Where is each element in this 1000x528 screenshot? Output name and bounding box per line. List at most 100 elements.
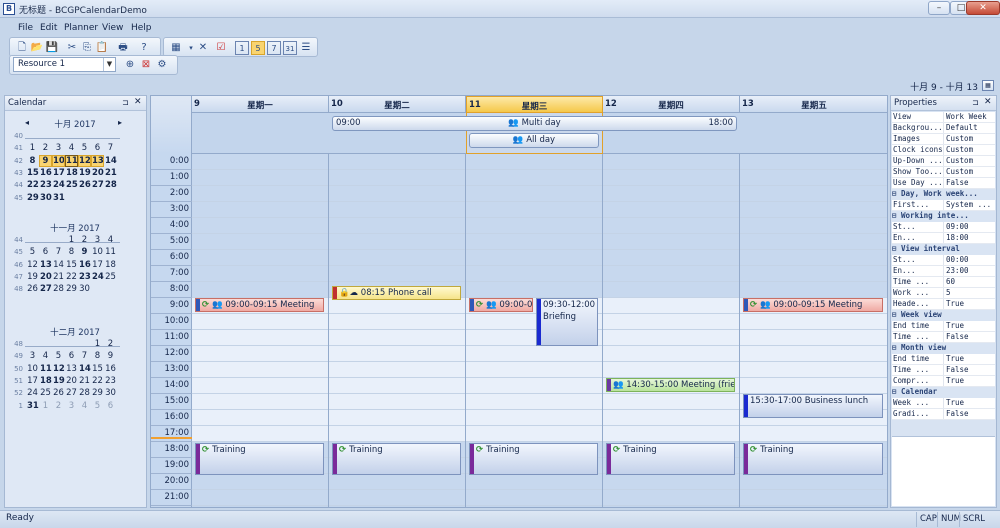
time-slot[interactable] <box>740 346 887 362</box>
time-slot[interactable] <box>192 202 328 218</box>
calendar-day[interactable]: 20 <box>66 376 77 386</box>
time-slot[interactable] <box>466 186 602 202</box>
calendar-day[interactable]: 31 <box>53 193 65 203</box>
calendar-day[interactable]: 6 <box>40 247 51 257</box>
calendar-day[interactable]: 21 <box>79 376 90 386</box>
time-slot[interactable] <box>466 282 602 298</box>
property-value[interactable]: False <box>943 178 994 188</box>
calendar-day[interactable]: 5 <box>27 247 38 257</box>
close-panel-icon[interactable]: ✕ <box>134 97 142 107</box>
save-icon[interactable]: 💾 <box>45 41 59 55</box>
property-row[interactable]: Up-Down ... Custom <box>892 156 995 167</box>
time-slot[interactable] <box>603 282 739 298</box>
resource-properties-icon[interactable]: ⚙ <box>155 58 169 72</box>
calendar-day[interactable]: 24 <box>27 388 38 398</box>
property-category[interactable]: ⊟ View interval <box>892 244 995 255</box>
time-slot[interactable] <box>603 362 739 378</box>
calendar-day[interactable]: 1 <box>66 235 77 245</box>
delete-icon[interactable]: ✕ <box>196 41 210 55</box>
time-slot[interactable] <box>740 218 887 234</box>
time-slot[interactable] <box>603 410 739 426</box>
property-row[interactable]: Images Custom <box>892 134 995 145</box>
time-slot[interactable] <box>329 202 465 218</box>
appointment[interactable]: 🔒☁ 08:15 Phone call <box>332 286 461 300</box>
close-button[interactable]: ✕ <box>966 1 1000 15</box>
calendar-day[interactable]: 10 <box>92 247 103 257</box>
property-row[interactable]: First... System ... <box>892 200 995 211</box>
help-icon[interactable]: ? <box>137 41 151 55</box>
calendar-day[interactable]: 8 <box>66 247 77 257</box>
time-slot[interactable] <box>192 266 328 282</box>
time-slot[interactable] <box>740 330 887 346</box>
time-slot[interactable] <box>329 346 465 362</box>
print-icon[interactable]: 🖶 <box>116 41 130 55</box>
calendar-day[interactable]: 11 <box>105 247 116 257</box>
calendar-day[interactable]: 7 <box>53 247 64 257</box>
calendar-day[interactable]: 13 <box>91 154 104 167</box>
time-slot[interactable] <box>740 170 887 186</box>
calendar-day[interactable]: 9 <box>39 154 52 167</box>
time-slot[interactable] <box>192 410 328 426</box>
calendar-day[interactable]: 25 <box>66 180 78 190</box>
time-slot[interactable] <box>466 378 602 394</box>
property-row[interactable]: Week ... True <box>892 398 995 409</box>
month-view-icon[interactable]: 31 <box>283 41 297 55</box>
resource-select[interactable]: Resource 1 ▼ <box>13 57 116 72</box>
add-resource-icon[interactable]: ⊕ <box>123 58 137 72</box>
property-row[interactable]: Compr... True <box>892 376 995 387</box>
calendar-day[interactable]: 5 <box>79 143 90 153</box>
calendar-day[interactable]: 10 <box>52 154 65 167</box>
calendar-day[interactable]: 13 <box>66 364 77 374</box>
calendar-day[interactable]: 6 <box>92 143 103 153</box>
property-row[interactable]: View Work Week <box>892 112 995 123</box>
calendar-day[interactable]: 9 <box>105 351 116 361</box>
time-slot[interactable] <box>329 218 465 234</box>
calendar-day[interactable]: 3 <box>27 351 38 361</box>
work-week-view-icon[interactable]: 5 <box>251 41 265 55</box>
day-header[interactable]: 12 星期四 <box>603 96 740 113</box>
time-slot[interactable] <box>329 362 465 378</box>
calendar-day[interactable]: 3 <box>53 143 64 153</box>
calendar-day[interactable]: 27 <box>92 180 104 190</box>
time-slot[interactable] <box>192 250 328 266</box>
time-slot[interactable] <box>192 154 328 170</box>
property-value[interactable]: 18:00 <box>943 233 994 243</box>
property-value[interactable]: 5 <box>943 288 994 298</box>
calendar-day[interactable]: 8 <box>92 351 103 361</box>
property-row[interactable]: St... 00:00 <box>892 255 995 266</box>
calendar-day[interactable]: 25 <box>105 272 116 282</box>
calendar-day[interactable]: 20 <box>92 168 104 178</box>
time-slot[interactable] <box>740 378 887 394</box>
time-slot[interactable] <box>192 474 328 490</box>
calendar-day[interactable]: 2 <box>79 235 90 245</box>
calendar-day[interactable]: 19 <box>27 272 38 282</box>
time-slot[interactable] <box>603 394 739 410</box>
property-value[interactable]: False <box>943 332 994 342</box>
time-slot[interactable] <box>329 154 465 170</box>
appointment[interactable]: ⟳ Training <box>469 443 598 475</box>
time-slot[interactable] <box>192 282 328 298</box>
property-value[interactable]: Work Week <box>943 112 994 122</box>
time-slot[interactable] <box>466 250 602 266</box>
allday-event-multiday[interactable]: 09:00 👥 Multi day 18:00 <box>332 116 737 131</box>
pin-icon[interactable]: ⊐ <box>972 98 979 107</box>
time-slot[interactable] <box>740 154 887 170</box>
time-slot[interactable] <box>740 474 887 490</box>
time-slot[interactable] <box>329 378 465 394</box>
calendar-day[interactable]: 26 <box>27 284 38 294</box>
property-category[interactable]: ⊟ Calendar <box>892 387 995 398</box>
calendar-day[interactable]: 22 <box>66 272 77 282</box>
time-slot[interactable] <box>740 250 887 266</box>
property-value[interactable]: Custom <box>943 145 994 155</box>
property-value[interactable]: False <box>943 365 994 375</box>
menu-help[interactable]: Help <box>131 23 152 33</box>
calendar-day[interactable]: 19 <box>53 376 65 386</box>
calendar-day[interactable]: 17 <box>92 260 103 270</box>
menu-planner[interactable]: Planner <box>64 23 98 33</box>
property-row[interactable]: St... 09:00 <box>892 222 995 233</box>
property-value[interactable]: System ... <box>943 200 994 210</box>
calendar-day[interactable]: 16 <box>105 364 116 374</box>
paste-icon[interactable]: 📋 <box>95 41 109 55</box>
property-value[interactable]: False <box>943 409 994 419</box>
pin-icon[interactable]: ⊐ <box>122 98 129 107</box>
